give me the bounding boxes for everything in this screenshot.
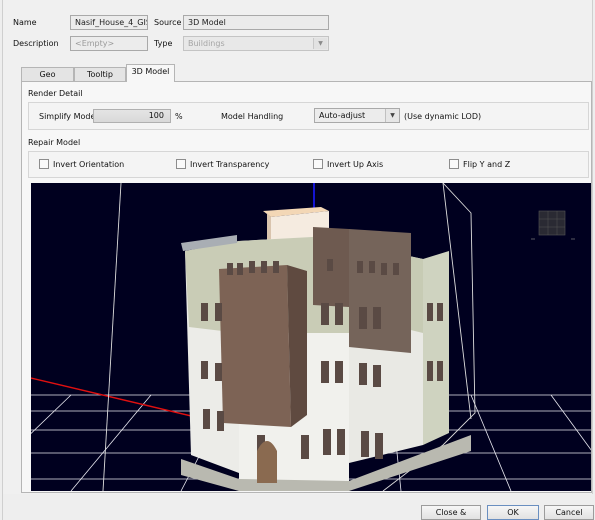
name-field[interactable]: Nasif_House_4_GIS [70,15,148,30]
close-refresh-button[interactable]: Close & Refresh [421,505,481,520]
tab-geo-location[interactable]: Geo Location [21,67,74,93]
cancel-button[interactable]: Cancel [544,505,594,520]
checkbox-icon[interactable] [176,159,186,169]
tab-3d-model[interactable]: 3D Model [126,64,175,82]
render-detail-title: Render Detail [28,89,83,98]
model-handling-label: Model Handling [221,112,284,121]
invert-transparency-label: Invert Transparency [190,160,270,169]
description-field[interactable]: <Empty> [70,36,148,51]
grid-line [470,394,512,491]
checkbox-icon[interactable] [39,159,49,169]
building-model [181,207,471,491]
simplify-model-slider[interactable]: 100 [93,109,171,123]
model-handling-value: Auto-adjust [319,111,366,120]
type-value: Buildings [188,39,225,48]
grid-line [70,394,152,491]
grid-line [550,394,591,451]
checkbox-icon[interactable] [313,159,323,169]
ok-button[interactable]: OK [487,505,539,520]
invert-orientation-label: Invert Orientation [53,160,125,169]
chevron-down-icon: ▼ [385,109,399,122]
model-preview-viewport[interactable] [31,183,591,491]
type-label: Type [154,39,173,48]
type-select[interactable]: Buildings ▼ [183,36,329,51]
flip-y-z-label: Flip Y and Z [463,160,511,169]
source-label: Source [154,18,182,27]
grid-line [31,394,72,434]
flip-y-z-checkbox[interactable]: Flip Y and Z [449,159,510,171]
dynamic-lod-note: (Use dynamic LOD) [404,112,482,121]
checkbox-icon[interactable] [449,159,459,169]
model-handling-select[interactable]: Auto-adjust ▼ [314,108,400,123]
simplify-model-label: Simplify Model [39,112,98,121]
view-cube-icon[interactable] [531,210,575,240]
chevron-down-icon: ▼ [313,38,327,49]
source-field[interactable]: 3D Model [183,15,329,30]
repair-model-title: Repair Model [28,138,81,147]
name-label: Name [13,18,37,27]
invert-up-axis-label: Invert Up Axis [327,160,384,169]
invert-orientation-checkbox[interactable]: Invert Orientation [39,159,124,171]
model-preview-canvas[interactable] [31,183,591,491]
tab-tooltip[interactable]: Tooltip [74,67,126,82]
layer-properties-dialog: Name Nasif_House_4_GIS Source 3D Model D… [2,0,594,520]
simplify-unit: % [175,112,183,121]
description-label: Description [13,39,59,48]
invert-up-axis-checkbox[interactable]: Invert Up Axis [313,159,383,171]
invert-transparency-checkbox[interactable]: Invert Transparency [176,159,269,171]
